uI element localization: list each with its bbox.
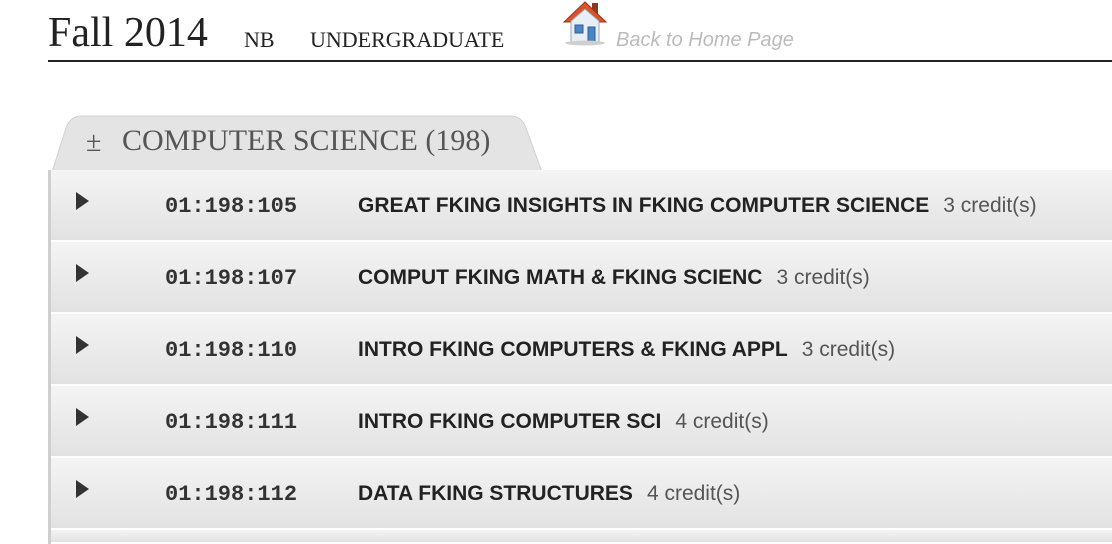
course-code: 01:198:111 [165, 410, 298, 435]
course-code: 01:198:110 [165, 338, 298, 363]
course-credits: 4 credit(s) [646, 482, 741, 505]
course-list: 01:198:105 GREAT FKING INSIGHTS IN FKING… [48, 170, 1112, 544]
page-header: Fall 2014 NB UNDERGRADUATE Back to Home … [48, 0, 1112, 62]
course-credits: 3 credit(s) [776, 266, 870, 289]
course-title: GREAT FKING INSIGHTS IN FKING COMPUTER S… [358, 194, 930, 217]
course-row[interactable]: 01:198:105 GREAT FKING INSIGHTS IN FKING… [51, 170, 1112, 240]
course-credits: 3 credit(s) [943, 194, 1037, 217]
course-credits: 4 credit(s) [675, 410, 769, 433]
back-to-home-link[interactable]: Back to Home Page [562, 0, 862, 56]
expand-arrow-icon[interactable] [76, 408, 89, 426]
back-to-home-label[interactable]: Back to Home Page [616, 28, 794, 52]
course-code: 01:198:107 [165, 266, 298, 291]
course-row[interactable]: 01:198:111 INTRO FKING COMPUTER SCI 4 cre… [51, 386, 1112, 456]
level-label: UNDERGRADUATE [310, 27, 505, 52]
expand-arrow-icon[interactable] [76, 264, 89, 282]
expand-arrow-icon[interactable] [76, 192, 89, 210]
subject-tab: ± COMPUTER SCIENCE (198) [52, 114, 546, 172]
course-row[interactable]: 01:198:107 COMPUT FKING MATH & FKING SCI… [51, 242, 1112, 312]
campus-label: NB [244, 27, 275, 52]
course-row[interactable]: 01:198:110 INTRO FKING COMPUTERS & FKING… [51, 314, 1112, 384]
course-credits: 3 credit(s) [801, 338, 896, 361]
subject-title: COMPUTER SCIENCE (198) [122, 124, 491, 157]
course-row-partial[interactable] [51, 530, 1112, 542]
term-title: Fall 2014 [48, 10, 208, 56]
course-title: INTRO FKING COMPUTERS & FKING APPL [358, 338, 788, 361]
course-title: INTRO FKING COMPUTER SCI [358, 410, 662, 433]
course-title: DATA FKING STRUCTURES [358, 482, 633, 505]
expand-arrow-icon[interactable] [76, 480, 89, 498]
course-code: 01:198:105 [165, 194, 298, 219]
house-icon[interactable] [562, 0, 608, 46]
course-row[interactable]: 01:198:112 DATA FKING STRUCTURES 4 credit… [51, 458, 1112, 528]
course-code: 01:198:112 [165, 482, 298, 507]
expand-arrow-icon[interactable] [76, 336, 89, 354]
expand-collapse-toggle[interactable]: ± [86, 126, 101, 160]
course-title: COMPUT FKING MATH & FKING SCIENC [358, 266, 763, 289]
